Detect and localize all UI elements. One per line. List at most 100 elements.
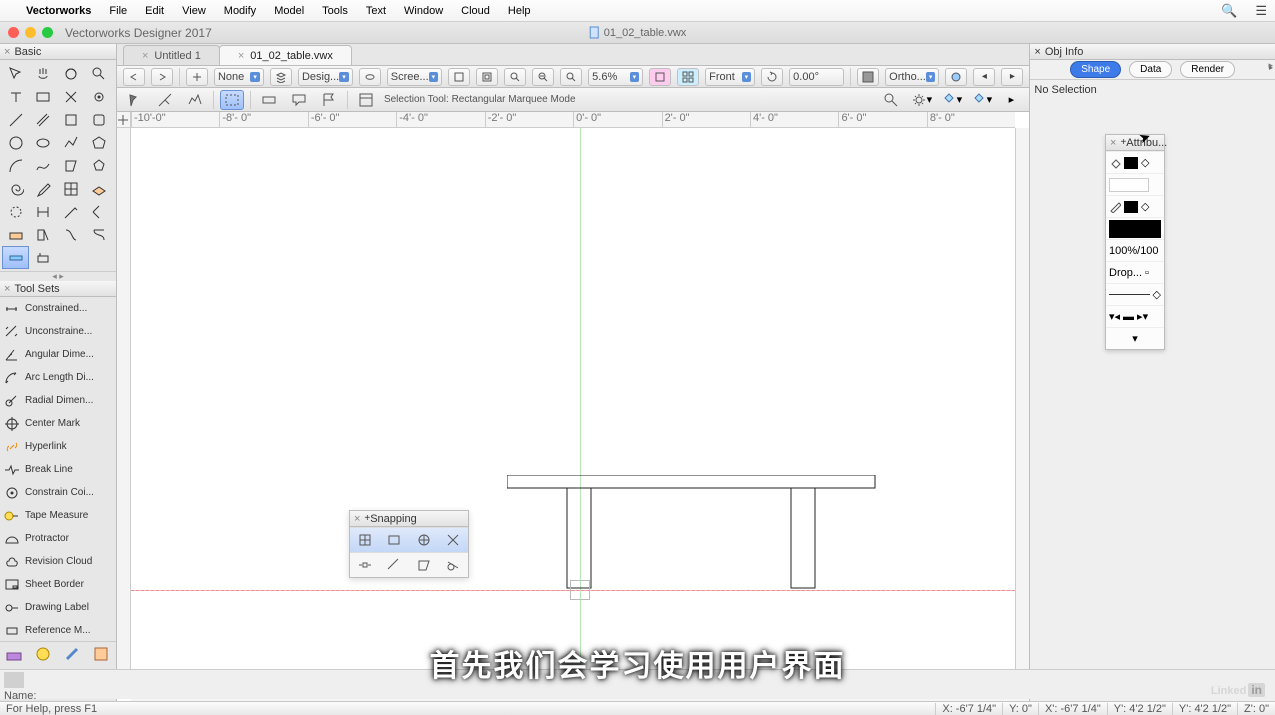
snap-distance[interactable]: [379, 553, 409, 577]
quick-pref1-btn[interactable]: ▾: [939, 90, 963, 110]
tab-untitled1[interactable]: ×Untitled 1: [123, 45, 220, 65]
fill-input[interactable]: [1109, 178, 1149, 192]
mode-polygon[interactable]: [183, 90, 207, 110]
toolset-cat-2[interactable]: [29, 642, 58, 667]
3d-locus-tool[interactable]: [86, 177, 113, 200]
plane-dropdown[interactable]: Scree...▾: [387, 68, 442, 86]
multi-view-btn[interactable]: [677, 68, 699, 86]
tab-shape[interactable]: Shape: [1070, 61, 1121, 78]
symbol-tool[interactable]: [30, 246, 57, 269]
scrollbar-vertical[interactable]: [1015, 128, 1029, 687]
menu-cloud[interactable]: Cloud: [461, 5, 490, 17]
visibility-tool[interactable]: [86, 85, 113, 108]
document-proxy[interactable]: 01_02_table.vwx: [589, 26, 687, 39]
tab-render[interactable]: Render: [1180, 61, 1235, 78]
arc-tool[interactable]: [2, 154, 29, 177]
toolset-unconstrained[interactable]: Unconstraine...: [0, 320, 116, 343]
close-icon[interactable]: ×: [4, 46, 10, 58]
ruler-origin-icon[interactable]: [117, 112, 131, 128]
toolset-protractor[interactable]: Protractor: [0, 527, 116, 550]
nav-prev-btn[interactable]: ◂: [973, 68, 995, 86]
view-dropdown[interactable]: Front▾: [705, 68, 755, 86]
circle-tool[interactable]: [2, 131, 29, 154]
reshape-tool[interactable]: [58, 85, 85, 108]
snap-point[interactable]: [350, 553, 380, 577]
mode-prefs[interactable]: [354, 90, 378, 110]
rotate-btn[interactable]: [761, 68, 783, 86]
opacity-row[interactable]: 100%/100: [1106, 239, 1164, 261]
fit-obj-btn[interactable]: [476, 68, 498, 86]
regular-polygon-tool[interactable]: [86, 154, 113, 177]
ruler-horizontal[interactable]: -10'-0"-8'- 0"-6'- 0"-4'- 0"-2'- 0"0'- 0…: [131, 112, 1015, 128]
snap-grid[interactable]: [350, 528, 380, 552]
toolset-hyperlink[interactable]: Hyperlink: [0, 435, 116, 458]
double-line-tool[interactable]: [30, 108, 57, 131]
2d-polygon-tool[interactable]: [58, 154, 85, 177]
attributes-palette[interactable]: × + Attribu... ◇ ◇ 100%/100 Drop...▫ ◇ ▾…: [1105, 134, 1165, 350]
connect-tool[interactable]: [86, 223, 113, 246]
render-mode-btn[interactable]: [857, 68, 879, 86]
look-btn[interactable]: [359, 68, 381, 86]
menu-window[interactable]: Window: [404, 5, 443, 17]
ruler-vertical[interactable]: [117, 128, 131, 687]
saved-view-btn[interactable]: [186, 68, 208, 86]
wall-tool[interactable]: [2, 246, 29, 269]
menu-model[interactable]: Model: [274, 5, 304, 17]
close-icon[interactable]: ×: [1110, 137, 1116, 149]
zoom-out-btn[interactable]: [532, 68, 554, 86]
mode-marquee[interactable]: [220, 90, 244, 110]
toolset-constrained[interactable]: Constrained...: [0, 297, 116, 320]
objinfo-header[interactable]: ×Obj Info: [1030, 44, 1275, 60]
angle-dropdown[interactable]: 0.00°: [789, 68, 844, 86]
toolset-centermark[interactable]: Center Mark: [0, 412, 116, 435]
menu-edit[interactable]: Edit: [145, 5, 164, 17]
perspective-btn[interactable]: [945, 68, 967, 86]
clip-tool[interactable]: [30, 223, 57, 246]
marker-row[interactable]: ▾◂▬▸▾: [1106, 305, 1164, 327]
spiral-tool[interactable]: [2, 177, 29, 200]
quick-search-btn[interactable]: [879, 90, 903, 110]
split-tool[interactable]: [30, 200, 57, 223]
freehand-tool[interactable]: [30, 154, 57, 177]
unified-btn[interactable]: [649, 68, 671, 86]
attribute-mapping-tool[interactable]: [2, 223, 29, 246]
tab-data[interactable]: Data: [1129, 61, 1172, 78]
proj-dropdown[interactable]: Ortho...▾: [885, 68, 939, 86]
quick-settings-btn[interactable]: ▾: [909, 90, 933, 110]
mirror-tool[interactable]: [2, 200, 29, 223]
fill-row[interactable]: ◇: [1106, 151, 1164, 173]
polygon-tool[interactable]: [86, 131, 113, 154]
tab-table[interactable]: ×01_02_table.vwx: [219, 45, 352, 65]
macos-menubar[interactable]: Vectorworks File Edit View Modify Model …: [0, 0, 1275, 22]
pan-tool[interactable]: [30, 62, 57, 85]
line-tool[interactable]: [2, 108, 29, 131]
palette-separator[interactable]: ◂ ▸: [0, 271, 116, 281]
mode-single[interactable]: [123, 90, 147, 110]
pen-row[interactable]: ◇: [1106, 195, 1164, 217]
menu-modify[interactable]: Modify: [224, 5, 256, 17]
text-tool[interactable]: [2, 85, 29, 108]
menu-text[interactable]: Text: [366, 5, 386, 17]
menu-extras-icon[interactable]: ☰: [1255, 3, 1267, 19]
mode-lasso[interactable]: [153, 90, 177, 110]
snap-edge[interactable]: [409, 553, 439, 577]
fillet-tool[interactable]: [58, 200, 85, 223]
selection-tool[interactable]: [2, 62, 29, 85]
app-name[interactable]: Vectorworks: [26, 5, 91, 17]
polyline-tool[interactable]: [58, 131, 85, 154]
zoom-dropdown[interactable]: 5.6%▾: [588, 68, 643, 86]
menu-help[interactable]: Help: [508, 5, 531, 17]
mode-talk[interactable]: [287, 90, 311, 110]
flyover-tool[interactable]: [58, 62, 85, 85]
oval-tool[interactable]: [30, 131, 57, 154]
more-btn[interactable]: ▸: [999, 90, 1023, 110]
minimize-window-icon[interactable]: [25, 27, 36, 38]
toolset-sheetborder[interactable]: Sheet Border: [0, 573, 116, 596]
rectangle-tool[interactable]: [30, 85, 57, 108]
zoom-loupe-icon[interactable]: [560, 68, 582, 86]
drop-row[interactable]: Drop...▫: [1106, 261, 1164, 283]
menu-file[interactable]: File: [109, 5, 127, 17]
toolset-reference[interactable]: Reference M...: [0, 619, 116, 641]
back-view-btn[interactable]: [123, 68, 145, 86]
close-window-icon[interactable]: [8, 27, 19, 38]
